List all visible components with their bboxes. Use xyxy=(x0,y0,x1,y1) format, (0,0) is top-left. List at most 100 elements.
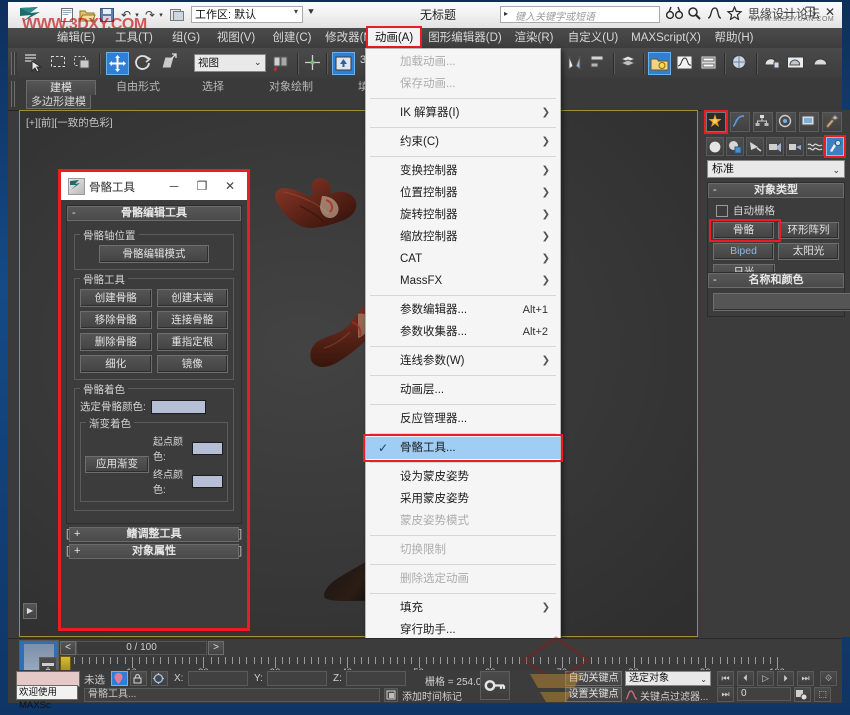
object-name-input[interactable] xyxy=(713,293,850,311)
ribbon-tab-object-paint[interactable]: 对象绘制 xyxy=(248,80,334,95)
menu-edit[interactable]: 编辑(E) xyxy=(48,28,104,48)
menuitem-skin-pose-mode[interactable]: 蒙皮姿势模式 xyxy=(366,510,560,532)
material-editor-icon[interactable] xyxy=(729,52,752,75)
scene-explorer-toggle-icon[interactable] xyxy=(648,52,671,75)
connect-bones-button[interactable]: 连接骨骼 xyxy=(156,311,228,329)
filter-chevron-down-icon[interactable]: ⌄ xyxy=(700,673,707,686)
menuitem-parameter-editor[interactable]: 参数编辑器... Alt+1 xyxy=(366,299,560,321)
menu-maxscript[interactable]: MAXScript(X) xyxy=(626,28,706,48)
previous-frame-icon[interactable]: ⏴ xyxy=(737,671,754,686)
menu-help[interactable]: 帮助(H) xyxy=(708,28,760,48)
name-color-collapse-icon[interactable]: - xyxy=(713,274,717,287)
menuitem-wire-parameters[interactable]: 连线参数(W) ❯ xyxy=(366,350,560,372)
y-coordinate-field[interactable] xyxy=(267,671,327,686)
curve-editor-icon[interactable] xyxy=(706,6,725,24)
mirror-button[interactable]: 镜像 xyxy=(156,355,228,373)
frame-readout[interactable]: 0 / 100 xyxy=(76,641,207,655)
quick-undo-button[interactable]: ↶ xyxy=(118,6,134,24)
maxscript-mini-listener-output[interactable]: 欢迎使用 MAXSc xyxy=(16,685,78,711)
object-type-collapse-icon[interactable]: - xyxy=(713,184,717,197)
menuitem-save-animation[interactable]: 保存动画... xyxy=(366,73,560,95)
apply-gradient-button[interactable]: 应用渐变 xyxy=(85,456,149,473)
menuitem-reaction-manager[interactable]: 反应管理器... xyxy=(366,408,560,430)
ring-array-button[interactable]: 环形阵列 xyxy=(778,222,839,239)
bone-tools-minimize-button[interactable]: ─ xyxy=(161,176,187,196)
minimize-button[interactable]: ─ xyxy=(776,4,800,20)
auto-grid-checkbox[interactable] xyxy=(716,204,728,217)
biped-button[interactable]: Biped xyxy=(713,243,774,260)
viewport-expand-arrow[interactable]: ▶ xyxy=(23,603,37,619)
create-bone-button[interactable]: 创建骨骼 xyxy=(80,289,152,307)
add-time-tag-label[interactable]: 添加时间标记 xyxy=(402,688,462,703)
binoculars-icon[interactable] xyxy=(666,6,685,24)
cameras-icon[interactable] xyxy=(766,137,784,156)
animation-dropdown-menu[interactable]: 加载动画... 保存动画... IK 解算器(I) ❯ 约束(C) ❯ 变换控制器 ❯… xyxy=(363,48,563,666)
object-type-header[interactable]: - 对象类型 xyxy=(708,183,844,198)
menuitem-load-animation[interactable]: 加载动画... xyxy=(366,51,560,73)
auto-key-button[interactable]: 自动关键点 xyxy=(565,671,622,686)
key-filter-combo[interactable]: 选定对象 ⌄ xyxy=(625,671,711,686)
menu-create[interactable]: 创建(C) xyxy=(266,28,318,48)
next-frame-button[interactable]: > xyxy=(208,641,224,655)
quick-new-button[interactable] xyxy=(58,6,76,24)
menuitem-position-controllers[interactable]: 位置控制器 ❯ xyxy=(366,182,560,204)
absolute-relative-toggle-icon[interactable] xyxy=(151,671,168,686)
workspace-menu-icon[interactable]: ⯆ xyxy=(307,7,315,18)
create-end-button[interactable]: 创建末端 xyxy=(156,289,228,307)
fin-adjustment-tools-rollout[interactable]: [ + 鳍调整工具 ] xyxy=(66,527,242,542)
workspace-chevron-down-icon[interactable]: ▾ xyxy=(294,7,298,16)
layer-manager-icon[interactable] xyxy=(618,52,641,75)
undo-dropdown-icon[interactable]: ▾ xyxy=(133,6,141,24)
selection-lock-icon[interactable] xyxy=(130,671,147,686)
refine-button[interactable]: 细化 xyxy=(80,355,152,373)
quick-redo-button[interactable]: ↷ xyxy=(142,6,158,24)
ribbon-tab-freeform[interactable]: 自由形式 xyxy=(98,80,178,95)
use-pivot-center-icon[interactable] xyxy=(270,52,293,75)
display-tab[interactable] xyxy=(799,112,819,132)
prev-frame-button[interactable]: < xyxy=(60,641,76,655)
quick-open-button[interactable] xyxy=(78,6,96,24)
current-frame-field[interactable]: 0 xyxy=(737,687,791,701)
rollout-collapse-icon[interactable]: - xyxy=(72,207,76,220)
bone-tools-close-button[interactable]: ✕ xyxy=(217,176,243,196)
toolbar-grip[interactable] xyxy=(11,52,17,75)
play-animation-icon[interactable]: ▷ xyxy=(757,671,774,686)
fin-rollout-expand-icon[interactable]: + xyxy=(74,528,80,541)
menuitem-delete-selected-animation[interactable]: 删除选定动画 xyxy=(366,568,560,590)
reassign-root-button[interactable]: 重指定根 xyxy=(156,333,228,351)
bone-tools-maximize-button[interactable]: ❐ xyxy=(189,176,215,196)
utilities-tab[interactable] xyxy=(822,112,842,132)
current-frame-stepper-icon[interactable]: ⏭ xyxy=(717,687,734,702)
menuitem-ik-solvers[interactable]: IK 解算器(I) ❯ xyxy=(366,102,560,124)
key-mode-toggle-icon[interactable]: ⟐ xyxy=(820,671,837,686)
ribbon-tab-selection[interactable]: 选择 xyxy=(180,80,246,95)
z-coordinate-field[interactable] xyxy=(346,671,406,686)
search-dropdown-icon[interactable]: ▸ xyxy=(504,9,508,18)
menu-rendering[interactable]: 渲染(R) xyxy=(508,28,560,48)
rendered-frame-window-icon[interactable] xyxy=(785,52,808,75)
lights-icon[interactable] xyxy=(746,137,764,156)
menuitem-parameter-collector[interactable]: 参数收集器... Alt+2 xyxy=(366,321,560,343)
menuitem-rotation-controllers[interactable]: 旋转控制器 ❯ xyxy=(366,204,560,226)
remove-bone-button[interactable]: 移除骨骼 xyxy=(80,311,152,329)
bone-edit-mode-button[interactable]: 骨骼编辑模式 xyxy=(99,245,209,263)
rectangular-select-region-icon[interactable] xyxy=(48,52,71,75)
magnifier-icon[interactable] xyxy=(686,6,705,24)
select-and-rotate-icon[interactable] xyxy=(132,52,155,75)
subcategory-chevron-down-icon[interactable]: ⌄ xyxy=(832,163,840,178)
ribbon-tab-modeling[interactable]: 建模 xyxy=(26,80,96,95)
go-to-end-icon[interactable]: ⏭ xyxy=(797,671,814,686)
render-production-icon[interactable] xyxy=(811,52,834,75)
menuitem-set-skin-pose[interactable]: 设为蒙皮姿势 xyxy=(366,466,560,488)
search-box[interactable]: ▸ 键入关键字或短语 xyxy=(500,6,660,23)
object-properties-rollout[interactable]: [ + 对象属性 ] xyxy=(66,544,242,559)
sunlight-button[interactable]: 太阳光 xyxy=(778,243,839,260)
delete-bone-button[interactable]: 删除骨骼 xyxy=(80,333,152,351)
shapes-icon[interactable] xyxy=(726,137,744,156)
zoom-extents-icon[interactable]: ⬚ xyxy=(814,687,831,702)
align-icon[interactable] xyxy=(588,52,611,75)
menuitem-transform-controllers[interactable]: 变换控制器 ❯ xyxy=(366,160,560,182)
render-setup-icon[interactable] xyxy=(761,52,784,75)
name-and-color-header[interactable]: - 名称和颜色 xyxy=(708,273,844,288)
select-object-icon[interactable] xyxy=(22,52,45,75)
